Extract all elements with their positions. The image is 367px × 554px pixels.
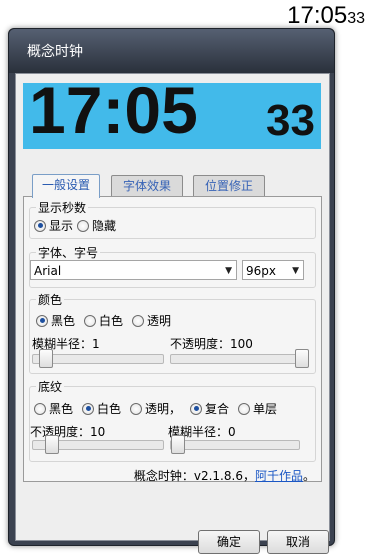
seconds-group: 显示秒数 显示 隐藏 bbox=[29, 199, 316, 239]
bg-transparent-radio[interactable]: 透明， bbox=[130, 400, 181, 417]
radio-label: 黑色 bbox=[51, 314, 76, 328]
version-text: 概念时钟：v2.1.8.6， bbox=[133, 469, 255, 483]
color-group-legend: 颜色 bbox=[36, 291, 65, 308]
title-bar[interactable]: 概念时钟 bbox=[9, 29, 334, 73]
tab-position-fix[interactable]: 位置修正 bbox=[193, 175, 265, 197]
radio-checked-icon bbox=[190, 402, 202, 415]
seconds-hide-radio[interactable]: 隐藏 bbox=[77, 217, 116, 234]
chevron-down-icon: ▼ bbox=[292, 266, 299, 276]
bg-opacity-label: 不透明度：10 bbox=[30, 425, 106, 439]
font-group-legend: 字体、字号 bbox=[36, 244, 101, 261]
radio-label: 复合 bbox=[205, 402, 230, 416]
ok-button[interactable]: 确定 bbox=[198, 530, 260, 554]
slider-thumb[interactable] bbox=[171, 435, 185, 454]
color-transparent-radio[interactable]: 透明 bbox=[132, 312, 171, 329]
desktop-clock-main: 17:05 bbox=[287, 2, 348, 29]
author-link[interactable]: 阿千作品 bbox=[255, 469, 303, 483]
bg-composite-radio[interactable]: 复合 bbox=[190, 400, 229, 417]
radio-label: 白色 bbox=[97, 402, 122, 416]
slider-thumb[interactable] bbox=[45, 435, 59, 454]
font-size-select[interactable]: 96px ▼ bbox=[242, 260, 304, 280]
version-info: 概念时钟：v2.1.8.6，阿千作品。 bbox=[134, 467, 315, 484]
radio-label: 单层 bbox=[253, 402, 278, 416]
radio-unchecked-icon bbox=[84, 314, 96, 327]
radio-checked-icon bbox=[34, 219, 46, 232]
preview-seconds: 33 bbox=[266, 96, 315, 145]
font-family-value: Arial bbox=[34, 264, 62, 278]
seconds-show-radio[interactable]: 显示 bbox=[34, 217, 73, 234]
radio-unchecked-icon bbox=[238, 402, 250, 415]
bg-black-radio[interactable]: 黑色 bbox=[34, 400, 73, 417]
preview-time: 17:05 bbox=[29, 83, 198, 147]
bg-blur-slider[interactable] bbox=[170, 435, 300, 454]
radio-checked-icon bbox=[82, 402, 94, 415]
color-group: 颜色 黑色 白色 透明 模糊半径：1 不透明度：100 bbox=[29, 291, 316, 374]
desktop-clock: 17:0533 bbox=[287, 2, 365, 30]
seconds-group-legend: 显示秒数 bbox=[36, 199, 89, 216]
radio-label: 透明 bbox=[147, 314, 172, 328]
radio-unchecked-icon bbox=[77, 219, 89, 232]
radio-checked-icon bbox=[36, 314, 48, 327]
color-white-radio[interactable]: 白色 bbox=[84, 312, 123, 329]
bg-opacity-slider[interactable] bbox=[32, 435, 164, 454]
radio-label: 透明， bbox=[145, 402, 182, 416]
version-period: 。 bbox=[302, 469, 315, 483]
radio-label: 显示 bbox=[49, 219, 74, 233]
window-title: 概念时钟 bbox=[27, 44, 83, 60]
radio-unchecked-icon bbox=[130, 402, 142, 415]
cancel-button[interactable]: 取消 bbox=[267, 530, 329, 554]
radio-unchecked-icon bbox=[132, 314, 144, 327]
font-family-select[interactable]: Arial ▼ bbox=[30, 260, 237, 280]
chevron-down-icon: ▼ bbox=[225, 266, 232, 276]
color-blur-slider[interactable] bbox=[32, 349, 164, 368]
tab-panel-general: 显示秒数 显示 隐藏 字体、字号 Arial ▼ 96px ▼ 颜色 黑色 白色… bbox=[23, 196, 322, 484]
settings-window: 概念时钟 17:05 33 一般设置 字体效果 位置修正 显示秒数 显示 隐藏 … bbox=[8, 28, 335, 554]
bg-single-radio[interactable]: 单层 bbox=[238, 400, 277, 417]
clock-preview: 17:05 33 bbox=[23, 83, 321, 149]
font-size-value: 96px bbox=[246, 264, 276, 278]
color-black-radio[interactable]: 黑色 bbox=[36, 312, 75, 329]
slider-thumb[interactable] bbox=[39, 349, 53, 368]
radio-label: 黑色 bbox=[49, 402, 74, 416]
window-client-area: 17:05 33 一般设置 字体效果 位置修正 显示秒数 显示 隐藏 字体、字号 bbox=[15, 73, 330, 554]
desktop-clock-seconds: 33 bbox=[347, 10, 365, 27]
bg-white-radio[interactable]: 白色 bbox=[82, 400, 121, 417]
color-opacity-label: 不透明度：100 bbox=[170, 337, 253, 351]
color-opacity-slider[interactable] bbox=[170, 349, 309, 368]
tab-font-effects[interactable]: 字体效果 bbox=[111, 175, 183, 197]
font-group: 字体、字号 Arial ▼ 96px ▼ bbox=[29, 244, 316, 288]
radio-label: 隐藏 bbox=[92, 219, 117, 233]
radio-label: 白色 bbox=[99, 314, 124, 328]
slider-thumb[interactable] bbox=[295, 349, 309, 368]
radio-unchecked-icon bbox=[34, 402, 46, 415]
background-group: 底纹 黑色 白色 透明， 复合 单层 不透明度：10 模糊半径：0 bbox=[29, 378, 316, 462]
background-group-legend: 底纹 bbox=[36, 378, 65, 395]
tab-general[interactable]: 一般设置 bbox=[32, 174, 100, 198]
